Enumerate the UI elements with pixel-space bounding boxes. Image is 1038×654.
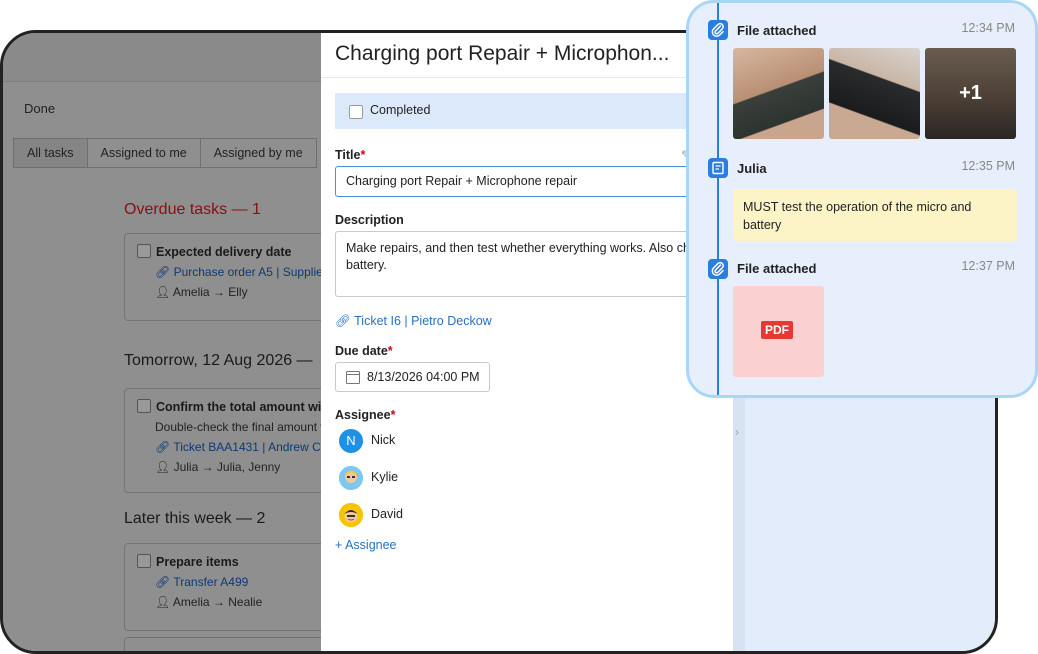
avatar [339, 466, 363, 490]
task-title: Expected delivery date [156, 245, 292, 259]
task-list-background: Done All tasks Assigned to me Assigned b… [3, 33, 354, 651]
section-tomorrow: Tomorrow, 12 Aug 2026 — [124, 352, 313, 369]
title-input[interactable]: Charging port Repair + Microphone repair [335, 166, 733, 197]
task-link[interactable]: Purchase order A5 | Supplier [174, 265, 327, 279]
comment-note: MUST test the operation of the micro and… [733, 189, 1017, 241]
person-icon: 👤︎ [155, 595, 173, 609]
task-checkbox[interactable] [137, 554, 151, 568]
task-title: Confirm the total amount wit [156, 400, 326, 414]
done-filter[interactable]: Done [24, 101, 55, 116]
link-icon: 🔗︎ [335, 314, 355, 328]
required-mark: * [360, 148, 366, 162]
activity-feed-callout: File attached 12:34 PM +1 Julia 12:35 PM… [686, 0, 1038, 398]
task-link[interactable]: Transfer A499 [173, 575, 248, 589]
assignee-name: Nick [371, 433, 396, 447]
note-icon [708, 158, 728, 178]
task-link[interactable]: Ticket BAA1431 | Andrew Cla [173, 440, 330, 454]
completed-checkbox[interactable] [349, 105, 363, 119]
task-people: Amelia → Elly [172, 285, 248, 299]
person-icon: 👤︎ [155, 285, 173, 299]
event-author: Julia [737, 161, 767, 176]
paperclip-icon [708, 20, 728, 40]
photo-thumbnail[interactable] [829, 48, 920, 139]
link-icon: 🔗︎ [155, 265, 174, 279]
task-people: Amelia → Nealie [172, 595, 263, 609]
task-card[interactable]: Confirm the total amount wit Double-chec… [124, 388, 354, 493]
add-assignee-button[interactable]: + Assignee [335, 538, 397, 552]
photo-thumbnail[interactable] [733, 48, 824, 139]
chevron-right-icon[interactable]: › [735, 425, 739, 439]
section-later-this-week: Later this week — 2 [124, 510, 266, 527]
event-time: 12:34 PM [961, 21, 1015, 35]
event-title: File attached [737, 23, 817, 38]
completed-label: Completed [370, 103, 431, 117]
calendar-icon [346, 371, 360, 384]
required-mark: * [387, 344, 393, 358]
required-mark: * [390, 408, 396, 422]
person-icon: 👤︎ [155, 460, 174, 474]
pdf-attachment[interactable]: PDF [733, 286, 824, 377]
tab-assigned-by-me[interactable]: Assigned by me [199, 138, 317, 168]
pdf-file-icon: PDF [761, 321, 793, 339]
assignee-label: Assignee* [335, 408, 396, 422]
due-date-label: Due date* [335, 344, 393, 358]
photo-thumbnail[interactable]: +1 [925, 48, 1016, 139]
avatar [339, 503, 363, 527]
link-icon: 🔗︎ [155, 440, 174, 454]
completed-toggle[interactable]: Completed [335, 93, 733, 129]
paperclip-icon [708, 259, 728, 279]
assignee-name: Kylie [371, 470, 399, 484]
assignee-name: David [371, 507, 403, 521]
avatar: N [339, 429, 363, 453]
section-overdue: Overdue tasks — 1 [124, 201, 261, 218]
description-label: Description [335, 213, 404, 227]
event-time: 12:37 PM [961, 259, 1015, 273]
task-title: Prepare items [156, 555, 239, 569]
task-detail-panel: Charging port Repair + Microphon... Comp… [321, 33, 733, 651]
description-textarea[interactable]: Make repairs, and then test whether ever… [335, 231, 733, 297]
task-card[interactable] [124, 637, 354, 651]
divider [321, 77, 733, 78]
task-detail-title: Charging port Repair + Microphon... [335, 42, 670, 65]
event-title: File attached [737, 261, 817, 276]
filter-tabs: All tasks Assigned to me Assigned by me [13, 138, 317, 168]
task-card[interactable]: Prepare items 🔗︎ Transfer A499 👤︎ Amelia… [124, 543, 354, 631]
top-bar [3, 33, 323, 82]
event-time: 12:35 PM [961, 159, 1015, 173]
tab-all-tasks[interactable]: All tasks [13, 138, 88, 168]
ticket-link[interactable]: 🔗︎ Ticket I6 | Pietro Deckow [335, 314, 492, 329]
more-photos-count: +1 [925, 48, 1016, 139]
due-date-value: 8/13/2026 04:00 PM [367, 370, 480, 384]
link-icon: 🔗︎ [155, 575, 174, 589]
tab-assigned-to-me[interactable]: Assigned to me [86, 138, 201, 168]
title-label: Title* [335, 148, 366, 162]
task-people: Julia → Julia, Jenny [173, 460, 281, 474]
task-checkbox[interactable] [137, 244, 151, 258]
timeline-line [717, 3, 719, 395]
task-card[interactable]: Expected delivery date 🔗︎ Purchase order… [124, 233, 354, 321]
due-date-input[interactable]: 8/13/2026 04:00 PM [335, 362, 490, 392]
task-checkbox[interactable] [137, 399, 151, 413]
